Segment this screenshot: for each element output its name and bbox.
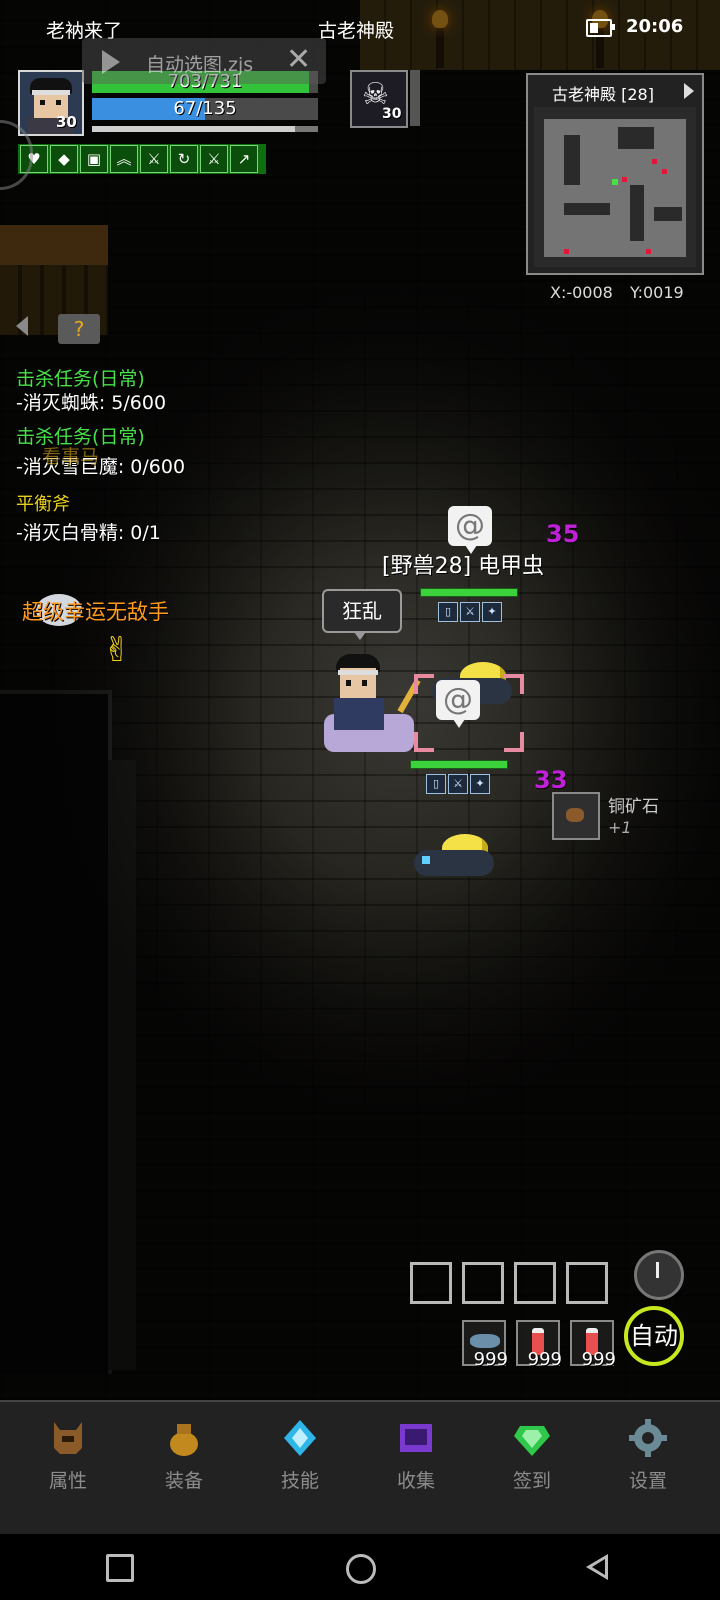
damage-number: 33 — [534, 766, 568, 794]
coord-y: Y:0019 — [629, 283, 684, 302]
collapse-arrow-icon[interactable] — [16, 316, 28, 336]
player-level: 30 — [56, 113, 77, 131]
debuff-icon: ▯ — [426, 774, 446, 794]
sword-icon: ⚔ — [448, 774, 468, 794]
quest-progress: -消灭蜘蛛: 5/600 — [16, 392, 167, 414]
minimap-expand-icon[interactable] — [684, 83, 694, 99]
bag-icon — [170, 1424, 198, 1456]
gear-icon — [629, 1419, 667, 1457]
monster-buff-icons: ▯ ⚔ ✦ — [426, 774, 490, 794]
potion-count: 999 — [581, 1349, 616, 1370]
monster-buff-icons: ▯ ⚔ ✦ — [438, 602, 502, 622]
close-icon[interactable]: ✕ — [286, 42, 311, 77]
skill-slot[interactable] — [514, 1262, 556, 1304]
minimap-map — [534, 107, 696, 267]
xp-fill — [92, 126, 296, 132]
crystal-icon — [284, 1420, 316, 1456]
quick-slots — [410, 1262, 608, 1304]
nav-skills[interactable]: 技能 — [250, 1418, 350, 1493]
location-title: 古老神殿 — [318, 20, 395, 42]
shield-gem-icon: ◆ — [50, 145, 78, 173]
sword-icon: ⚔ — [460, 602, 480, 622]
script-name: 自动选图.zjs — [146, 54, 254, 76]
player-title: 超级幸运无敌手 — [22, 600, 169, 624]
star-icon: ✦ — [470, 774, 490, 794]
minimap-coords: X:-0008 Y:0019 — [550, 283, 696, 302]
back-button[interactable] — [586, 1554, 608, 1580]
nav-settings[interactable]: 设置 — [598, 1418, 698, 1493]
gem-icon — [514, 1426, 550, 1456]
bottom-nav: 属性 装备 技能 收集 签到 设置 — [0, 1400, 720, 1536]
mp-bar: 67/135 — [92, 98, 318, 120]
potion-count: 999 — [527, 1349, 562, 1370]
overlap-text: 看事马 — [42, 446, 100, 468]
coord-x: X:-0008 — [550, 283, 613, 302]
quest-title: 击杀任务(日常) — [16, 368, 145, 390]
swirl-status-icon: @ — [436, 680, 480, 728]
loot-name: 铜矿石 — [608, 797, 659, 817]
recents-button[interactable] — [106, 1554, 134, 1582]
swirl-status-icon: @ — [448, 506, 492, 554]
peace-sign-icon: ✌ — [102, 630, 132, 670]
script-overlay[interactable]: 自动选图.zjs ✕ — [82, 38, 326, 84]
monster-hp-bar — [420, 588, 518, 597]
armor-icon: ▣ — [80, 145, 108, 173]
minimap-title: 古老神殿 [28] — [552, 85, 654, 104]
battery-icon — [586, 19, 615, 37]
fish-icon — [470, 1334, 500, 1348]
monster-hp-bar — [410, 760, 508, 769]
nav-equipment[interactable]: 装备 — [134, 1418, 234, 1493]
potion-count: 999 — [473, 1349, 508, 1370]
nav-checkin[interactable]: 签到 — [482, 1418, 582, 1493]
beetle-monster[interactable] — [408, 834, 498, 884]
skill-slot[interactable] — [410, 1262, 452, 1304]
sword-icon: ⚔ — [140, 145, 168, 173]
target-level: 30 — [382, 106, 402, 122]
minimap[interactable]: 古老神殿 [28] — [526, 73, 704, 275]
damage-number: 35 — [546, 520, 580, 548]
sword-icon: ⚔ — [200, 145, 228, 173]
nav-label: 设置 — [628, 1470, 667, 1492]
debuff-icon: ▯ — [438, 602, 458, 622]
quest-title: 平衡斧 — [16, 494, 70, 515]
quest-icon[interactable]: ? — [58, 314, 100, 344]
boot-icon: ↗ — [230, 145, 258, 173]
loot-item-icon — [552, 792, 600, 840]
stone-pillar — [108, 760, 136, 1370]
home-button[interactable] — [346, 1554, 376, 1584]
clock-time: 20:06 — [626, 16, 684, 37]
clock-button[interactable] — [634, 1250, 684, 1300]
dark-doorway — [0, 690, 112, 1374]
buff-row: ♥ ◆ ▣ ︽ ⚔ ↻ ⚔ ↗ — [18, 144, 266, 174]
potion-slot[interactable]: 999 — [570, 1320, 616, 1370]
cycle-icon: ↻ — [170, 145, 198, 173]
book-icon — [400, 1424, 432, 1452]
potion-slot[interactable]: 999 — [516, 1320, 562, 1370]
nav-label: 收集 — [396, 1470, 435, 1492]
play-icon[interactable] — [102, 50, 120, 74]
helmet-icon — [54, 1422, 82, 1454]
potion-slots: 999 999 999 — [462, 1320, 616, 1370]
nav-collection[interactable]: 收集 — [366, 1418, 466, 1493]
quest-progress: -消灭白骨精: 0/1 — [16, 522, 161, 544]
nav-label: 属性 — [48, 1470, 87, 1492]
nav-label: 装备 — [164, 1470, 203, 1492]
nav-label: 签到 — [512, 1470, 551, 1492]
nav-attributes[interactable]: 属性 — [18, 1418, 118, 1493]
system-nav-bar — [0, 1534, 720, 1600]
potion-slot[interactable]: 999 — [462, 1320, 508, 1370]
chevron-up-icon: ︽ — [110, 145, 138, 173]
star-icon: ✦ — [482, 602, 502, 622]
target-portrait[interactable]: ☠ 30 — [350, 70, 408, 128]
xp-bar — [92, 126, 318, 132]
loot-qty: +1 — [608, 818, 632, 837]
target-hp-bar — [410, 70, 420, 126]
speech-bubble: 狂乱 — [322, 589, 402, 640]
auto-button[interactable]: 自动 — [624, 1306, 684, 1366]
skill-slot[interactable] — [462, 1262, 504, 1304]
mp-text: 67/135 — [173, 98, 237, 119]
skill-slot[interactable] — [566, 1262, 608, 1304]
nav-label: 技能 — [280, 1470, 319, 1492]
monster-name-label: [野兽28] 电甲虫 — [382, 554, 545, 579]
